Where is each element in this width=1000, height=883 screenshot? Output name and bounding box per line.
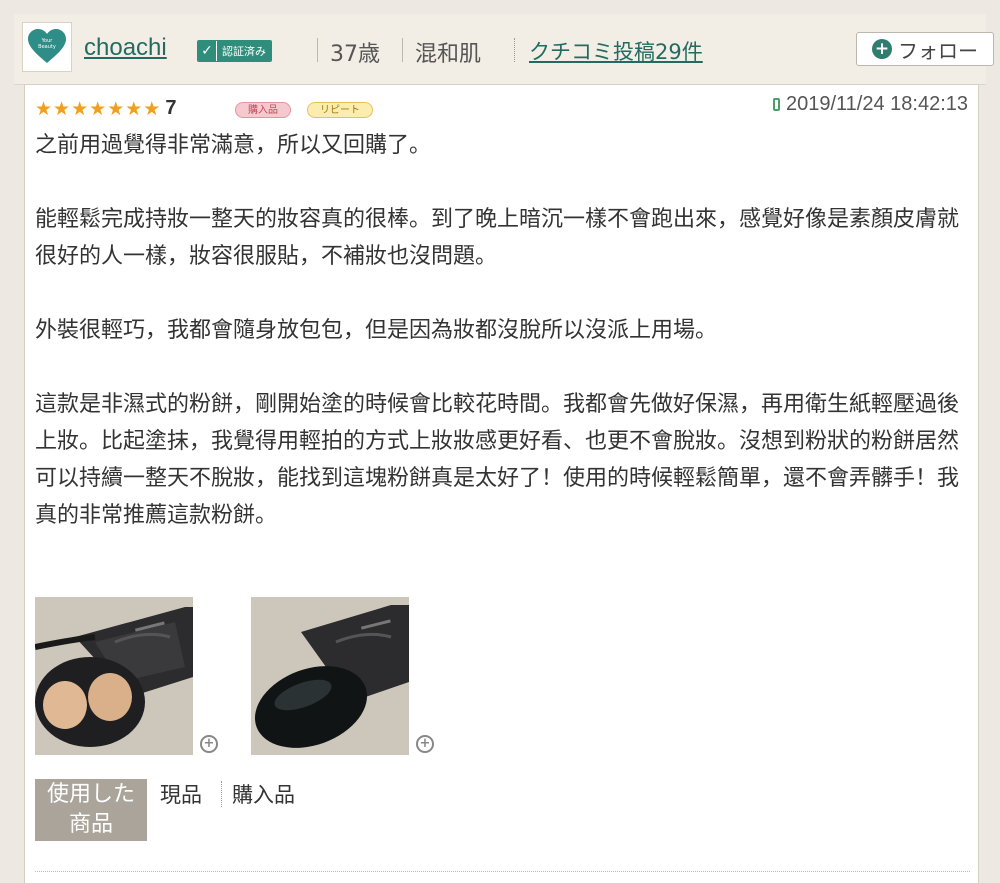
zoom-icon[interactable]: + (416, 735, 434, 753)
heart-logo-icon: Your Beauty (28, 29, 66, 63)
username-link[interactable]: choachi (84, 34, 167, 62)
used-item-purchased: 購入品 (232, 783, 295, 807)
star-icon: ★ (89, 97, 107, 120)
used-item-retail: 現品 (160, 783, 202, 807)
rating-value: 7 (165, 97, 177, 119)
compact-closed-photo (251, 597, 409, 755)
mobile-icon (772, 98, 780, 111)
purchase-tag: 購入品 (235, 102, 291, 118)
divider (317, 38, 318, 62)
divider (514, 38, 515, 62)
rating-stars: ★ ★ ★ ★ ★ ★ ★ 7 (35, 97, 176, 120)
review-card: ★ ★ ★ ★ ★ ★ ★ 7 購入品 リピート 2019/11/24 18:4… (24, 84, 979, 883)
verified-badge: ✓ 認証済み (197, 40, 272, 62)
review-paragraph: 外裝很輕巧，我都會隨身放包包，但是因為妝都沒脫所以沒派上用場。 (35, 318, 718, 343)
avatar[interactable]: Your Beauty (22, 22, 72, 72)
follow-label: フォロー (898, 38, 978, 63)
age-text: 37歳 (330, 42, 380, 67)
divider (35, 871, 970, 872)
svg-text:Beauty: Beauty (38, 44, 56, 50)
repeat-tag: リピート (307, 102, 373, 118)
star-icon: ★ (53, 97, 71, 120)
plus-icon: + (872, 39, 892, 59)
review-text: 之前用過覺得非常滿意，所以又回購了。 能輕鬆完成持妝一整天的妝容真的很棒。到了晚… (35, 127, 965, 534)
divider (221, 781, 222, 807)
star-icon: ★ (107, 97, 125, 120)
star-icon: ★ (35, 97, 53, 120)
star-icon: ★ (143, 97, 161, 120)
star-icon: ★ (71, 97, 89, 120)
divider (402, 38, 403, 62)
verified-label: 認証済み (216, 41, 271, 61)
compact-open-photo (35, 597, 193, 755)
review-count-link[interactable]: クチコミ投稿29件 (529, 36, 703, 66)
review-paragraph: 之前用過覺得非常滿意，所以又回購了。 (35, 133, 432, 158)
review-paragraph: 能輕鬆完成持妝一整天的妝容真的很棒。到了晚上暗沉一樣不會跑出來，感覺好像是素顏皮… (35, 207, 960, 269)
review-paragraph: 這款是非濕式的粉餅，剛開始塗的時候會比較花時間。我都會先做好保濕，再用衛生紙輕壓… (35, 392, 960, 528)
review-photo[interactable] (35, 597, 193, 755)
used-products-label: 使用した 商品 (35, 779, 147, 841)
post-timestamp: 2019/11/24 18:42:13 (772, 93, 968, 116)
timestamp-text: 2019/11/24 18:42:13 (785, 93, 968, 115)
zoom-icon[interactable]: + (200, 735, 218, 753)
checkmark-icon: ✓ (198, 41, 216, 61)
reviewer-header: Your Beauty choachi ✓ 認証済み 37歳 混和肌 クチコミ投… (14, 14, 994, 85)
star-icon: ★ (125, 97, 143, 120)
review-photo[interactable] (251, 597, 409, 755)
skin-type-text: 混和肌 (415, 42, 482, 67)
follow-button[interactable]: + フォロー (856, 32, 994, 66)
